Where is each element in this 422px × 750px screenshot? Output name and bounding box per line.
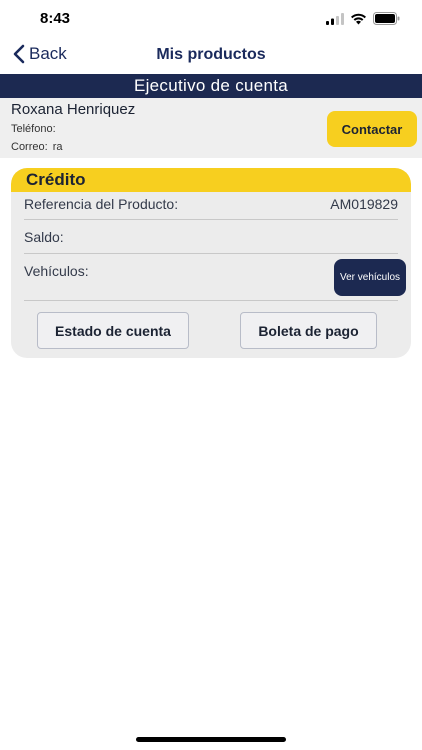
balance-row: Saldo: — [24, 229, 398, 254]
home-indicator — [136, 737, 286, 742]
reference-label: Referencia del Producto: — [24, 196, 179, 212]
status-bar: 8:43 — [0, 0, 422, 40]
credit-card: Crédito Referencia del Producto: AM01982… — [11, 168, 411, 358]
battery-icon — [373, 12, 400, 25]
payment-slip-button[interactable]: Boleta de pago — [240, 312, 377, 349]
executive-email: Correo: ra — [11, 141, 62, 153]
email-value: ra — [52, 141, 63, 153]
credit-title: Crédito — [11, 168, 411, 192]
executive-phone: Teléfono: — [11, 123, 56, 135]
executive-header: Ejecutivo de cuenta — [0, 74, 422, 98]
balance-label: Saldo: — [24, 229, 64, 245]
navigation-bar: Back Mis productos — [0, 40, 422, 72]
executive-panel: Roxana Henriquez Teléfono: Correo: ra Con… — [0, 98, 422, 158]
reference-row: Referencia del Producto: AM019829 — [24, 196, 398, 220]
page-title: Mis productos — [156, 46, 266, 63]
vehicles-label: Vehículos: — [24, 263, 89, 279]
reference-value: AM019829 — [330, 196, 398, 212]
wifi-icon — [351, 13, 366, 24]
status-time: 8:43 — [40, 10, 71, 27]
status-icons — [326, 12, 400, 25]
account-statement-button[interactable]: Estado de cuenta — [37, 312, 189, 349]
phone-label: Teléfono: — [11, 123, 56, 135]
signal-icon — [326, 12, 344, 25]
email-label: Correo: — [11, 141, 48, 153]
view-vehicles-button[interactable]: Ver vehículos — [334, 259, 406, 296]
contact-button[interactable]: Contactar — [327, 111, 417, 147]
executive-name: Roxana Henriquez — [11, 101, 136, 118]
